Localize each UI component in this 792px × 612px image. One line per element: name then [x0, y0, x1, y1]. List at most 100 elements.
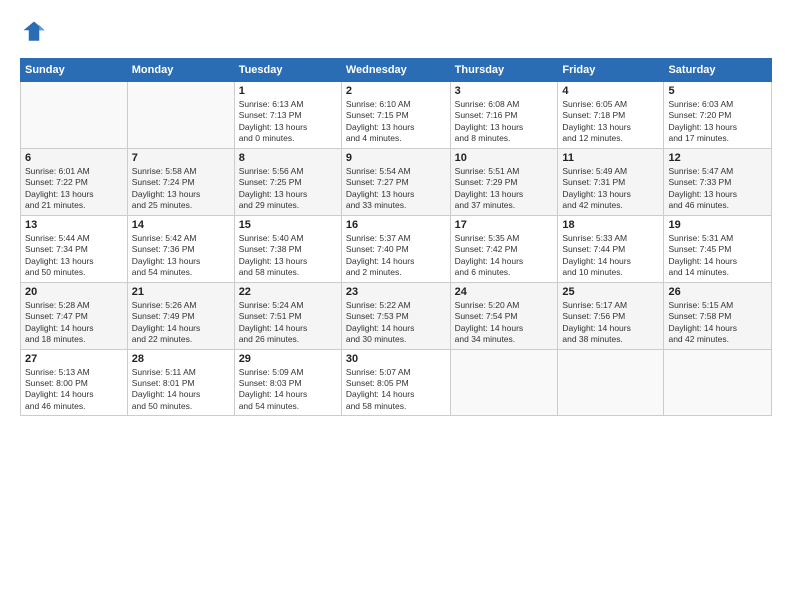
day-number: 2	[346, 85, 446, 97]
day-info: Sunrise: 5:51 AM Sunset: 7:29 PM Dayligh…	[455, 166, 554, 212]
calendar-cell: 8 Sunrise: 5:56 AM Sunset: 7:25 PM Daylig…	[234, 148, 341, 215]
day-number: 7	[132, 152, 230, 164]
weekday-header-friday: Friday	[558, 59, 664, 82]
day-number: 11	[562, 152, 659, 164]
calendar-cell: 11 Sunrise: 5:49 AM Sunset: 7:31 PM Dayli…	[558, 148, 664, 215]
calendar-cell	[558, 349, 664, 416]
day-number: 21	[132, 286, 230, 298]
day-info: Sunrise: 5:44 AM Sunset: 7:34 PM Dayligh…	[25, 233, 123, 279]
day-number: 20	[25, 286, 123, 298]
day-info: Sunrise: 5:13 AM Sunset: 8:00 PM Dayligh…	[25, 367, 123, 413]
day-number: 17	[455, 219, 554, 231]
day-number: 3	[455, 85, 554, 97]
calendar-cell: 2 Sunrise: 6:10 AM Sunset: 7:15 PM Daylig…	[341, 82, 450, 149]
day-number: 13	[25, 219, 123, 231]
calendar-cell: 14 Sunrise: 5:42 AM Sunset: 7:36 PM Dayli…	[127, 215, 234, 282]
day-info: Sunrise: 5:22 AM Sunset: 7:53 PM Dayligh…	[346, 300, 446, 346]
day-info: Sunrise: 5:42 AM Sunset: 7:36 PM Dayligh…	[132, 233, 230, 279]
day-info: Sunrise: 5:49 AM Sunset: 7:31 PM Dayligh…	[562, 166, 659, 212]
calendar-table: SundayMondayTuesdayWednesdayThursdayFrid…	[20, 58, 772, 416]
weekday-header-thursday: Thursday	[450, 59, 558, 82]
day-number: 6	[25, 152, 123, 164]
day-number: 16	[346, 219, 446, 231]
day-info: Sunrise: 5:40 AM Sunset: 7:38 PM Dayligh…	[239, 233, 337, 279]
calendar-cell	[127, 82, 234, 149]
day-info: Sunrise: 5:09 AM Sunset: 8:03 PM Dayligh…	[239, 367, 337, 413]
calendar-cell: 12 Sunrise: 5:47 AM Sunset: 7:33 PM Dayli…	[664, 148, 772, 215]
day-number: 5	[668, 85, 767, 97]
calendar-header: SundayMondayTuesdayWednesdayThursdayFrid…	[21, 59, 772, 82]
weekday-header-saturday: Saturday	[664, 59, 772, 82]
calendar-cell: 30 Sunrise: 5:07 AM Sunset: 8:05 PM Dayli…	[341, 349, 450, 416]
day-info: Sunrise: 6:05 AM Sunset: 7:18 PM Dayligh…	[562, 99, 659, 145]
calendar-cell: 7 Sunrise: 5:58 AM Sunset: 7:24 PM Daylig…	[127, 148, 234, 215]
day-number: 15	[239, 219, 337, 231]
logo	[20, 18, 52, 46]
day-number: 30	[346, 353, 446, 365]
calendar-cell: 16 Sunrise: 5:37 AM Sunset: 7:40 PM Dayli…	[341, 215, 450, 282]
day-info: Sunrise: 6:13 AM Sunset: 7:13 PM Dayligh…	[239, 99, 337, 145]
day-info: Sunrise: 5:33 AM Sunset: 7:44 PM Dayligh…	[562, 233, 659, 279]
weekday-header-monday: Monday	[127, 59, 234, 82]
calendar-cell: 23 Sunrise: 5:22 AM Sunset: 7:53 PM Dayli…	[341, 282, 450, 349]
calendar-cell: 29 Sunrise: 5:09 AM Sunset: 8:03 PM Dayli…	[234, 349, 341, 416]
day-info: Sunrise: 5:56 AM Sunset: 7:25 PM Dayligh…	[239, 166, 337, 212]
calendar-cell: 21Sunrise: 5:26 AM Sunset: 7:49 PM Dayli…	[127, 282, 234, 349]
day-number: 24	[455, 286, 554, 298]
calendar-cell	[450, 349, 558, 416]
day-number: 1	[239, 85, 337, 97]
calendar-body: 1 Sunrise: 6:13 AM Sunset: 7:13 PM Daylig…	[21, 82, 772, 416]
calendar-cell: 13 Sunrise: 5:44 AM Sunset: 7:34 PM Dayli…	[21, 215, 128, 282]
weekday-header-wednesday: Wednesday	[341, 59, 450, 82]
day-info: Sunrise: 5:31 AM Sunset: 7:45 PM Dayligh…	[668, 233, 767, 279]
calendar-cell: 27Sunrise: 5:13 AM Sunset: 8:00 PM Dayli…	[21, 349, 128, 416]
day-number: 25	[562, 286, 659, 298]
calendar-cell: 24Sunrise: 5:20 AM Sunset: 7:54 PM Dayli…	[450, 282, 558, 349]
day-number: 8	[239, 152, 337, 164]
day-info: Sunrise: 5:54 AM Sunset: 7:27 PM Dayligh…	[346, 166, 446, 212]
day-number: 14	[132, 219, 230, 231]
calendar-cell: 5Sunrise: 6:03 AM Sunset: 7:20 PM Daylig…	[664, 82, 772, 149]
day-info: Sunrise: 5:07 AM Sunset: 8:05 PM Dayligh…	[346, 367, 446, 413]
day-number: 26	[668, 286, 767, 298]
weekday-header-tuesday: Tuesday	[234, 59, 341, 82]
day-info: Sunrise: 5:24 AM Sunset: 7:51 PM Dayligh…	[239, 300, 337, 346]
day-number: 12	[668, 152, 767, 164]
day-info: Sunrise: 5:47 AM Sunset: 7:33 PM Dayligh…	[668, 166, 767, 212]
day-info: Sunrise: 6:08 AM Sunset: 7:16 PM Dayligh…	[455, 99, 554, 145]
day-number: 18	[562, 219, 659, 231]
day-number: 28	[132, 353, 230, 365]
calendar-cell: 4Sunrise: 6:05 AM Sunset: 7:18 PM Daylig…	[558, 82, 664, 149]
calendar-cell: 19 Sunrise: 5:31 AM Sunset: 7:45 PM Dayli…	[664, 215, 772, 282]
calendar-cell: 1 Sunrise: 6:13 AM Sunset: 7:13 PM Daylig…	[234, 82, 341, 149]
day-info: Sunrise: 5:15 AM Sunset: 7:58 PM Dayligh…	[668, 300, 767, 346]
calendar-cell	[664, 349, 772, 416]
day-number: 19	[668, 219, 767, 231]
day-number: 23	[346, 286, 446, 298]
calendar-cell: 9Sunrise: 5:54 AM Sunset: 7:27 PM Daylig…	[341, 148, 450, 215]
calendar-cell: 3 Sunrise: 6:08 AM Sunset: 7:16 PM Daylig…	[450, 82, 558, 149]
calendar-cell: 28 Sunrise: 5:11 AM Sunset: 8:01 PM Dayli…	[127, 349, 234, 416]
day-number: 29	[239, 353, 337, 365]
calendar-cell: 15 Sunrise: 5:40 AM Sunset: 7:38 PM Dayli…	[234, 215, 341, 282]
logo-icon	[20, 18, 48, 46]
day-number: 10	[455, 152, 554, 164]
calendar-cell: 18 Sunrise: 5:33 AM Sunset: 7:44 PM Dayli…	[558, 215, 664, 282]
day-info: Sunrise: 5:37 AM Sunset: 7:40 PM Dayligh…	[346, 233, 446, 279]
calendar-cell	[21, 82, 128, 149]
day-info: Sunrise: 6:10 AM Sunset: 7:15 PM Dayligh…	[346, 99, 446, 145]
calendar-week-row: 20 Sunrise: 5:28 AM Sunset: 7:47 PM Dayli…	[21, 282, 772, 349]
calendar-cell: 26 Sunrise: 5:15 AM Sunset: 7:58 PM Dayli…	[664, 282, 772, 349]
day-info: Sunrise: 5:28 AM Sunset: 7:47 PM Dayligh…	[25, 300, 123, 346]
day-info: Sunrise: 5:11 AM Sunset: 8:01 PM Dayligh…	[132, 367, 230, 413]
calendar-week-row: 13 Sunrise: 5:44 AM Sunset: 7:34 PM Dayli…	[21, 215, 772, 282]
weekday-header-sunday: Sunday	[21, 59, 128, 82]
calendar-week-row: 6 Sunrise: 6:01 AM Sunset: 7:22 PM Daylig…	[21, 148, 772, 215]
day-info: Sunrise: 5:58 AM Sunset: 7:24 PM Dayligh…	[132, 166, 230, 212]
page: SundayMondayTuesdayWednesdayThursdayFrid…	[0, 0, 792, 612]
calendar-week-row: 27Sunrise: 5:13 AM Sunset: 8:00 PM Dayli…	[21, 349, 772, 416]
calendar-cell: 20 Sunrise: 5:28 AM Sunset: 7:47 PM Dayli…	[21, 282, 128, 349]
calendar-cell: 10 Sunrise: 5:51 AM Sunset: 7:29 PM Dayli…	[450, 148, 558, 215]
day-info: Sunrise: 6:01 AM Sunset: 7:22 PM Dayligh…	[25, 166, 123, 212]
weekday-header-row: SundayMondayTuesdayWednesdayThursdayFrid…	[21, 59, 772, 82]
